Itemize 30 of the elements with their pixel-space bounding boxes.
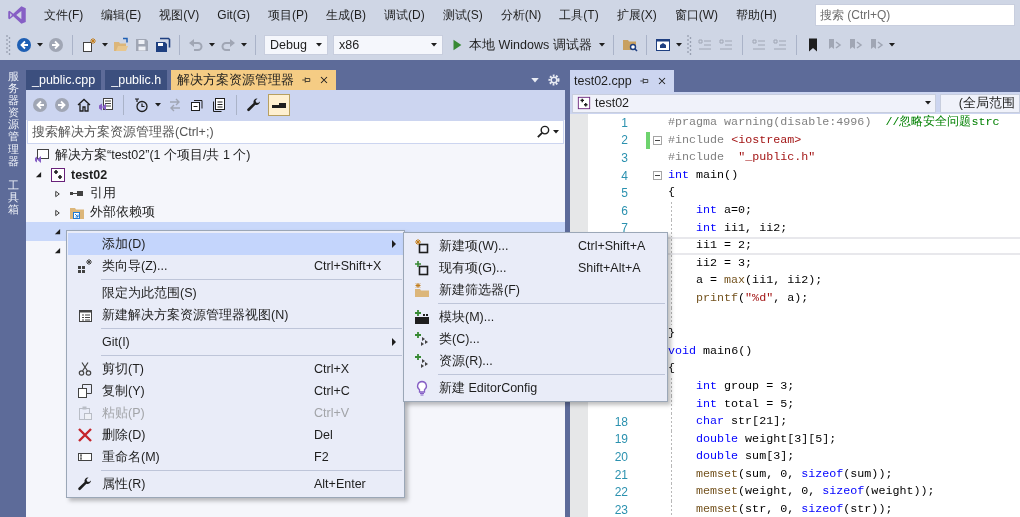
line-number: 22 xyxy=(613,485,628,500)
shortcut-label: Shift+Alt+A xyxy=(578,261,641,275)
shortcut-label: Ctrl+Shift+X xyxy=(314,259,382,273)
shortcut-label: Ctrl+V xyxy=(314,406,350,420)
line-number: 5 xyxy=(620,186,628,201)
line-number: 19 xyxy=(613,432,628,447)
shortcut-label: F2 xyxy=(314,450,329,464)
code-line: { xyxy=(667,184,676,202)
code-line: int main() xyxy=(667,166,740,184)
shortcut-label: Ctrl+Shift+A xyxy=(578,239,646,253)
code-line: #pragma warning(disable:4996) //忽略安全问题strc xyxy=(667,114,1001,131)
line-number: 3 xyxy=(620,151,628,165)
code-line: #include "_public.h" xyxy=(667,149,817,167)
code-line: void main6() xyxy=(667,342,754,360)
code-line: } xyxy=(667,325,676,343)
line-number: 20 xyxy=(613,450,628,465)
code-line: { xyxy=(667,360,676,378)
line-number: 2 xyxy=(620,133,628,148)
shortcut-label: Ctrl+C xyxy=(314,384,350,398)
shortcut-label: Alt+Enter xyxy=(314,477,366,491)
code-line: #include <iostream> xyxy=(667,131,803,149)
line-number: 1 xyxy=(620,115,628,130)
line-number: 4 xyxy=(620,168,628,183)
shortcut-label: Ctrl+X xyxy=(314,362,350,376)
line-number: 23 xyxy=(613,502,628,517)
line-number: 18 xyxy=(613,414,628,429)
line-number: 6 xyxy=(620,203,628,218)
line-number: 7 xyxy=(620,221,628,236)
line-number: 21 xyxy=(613,467,628,482)
shortcut-label: Del xyxy=(314,428,333,442)
